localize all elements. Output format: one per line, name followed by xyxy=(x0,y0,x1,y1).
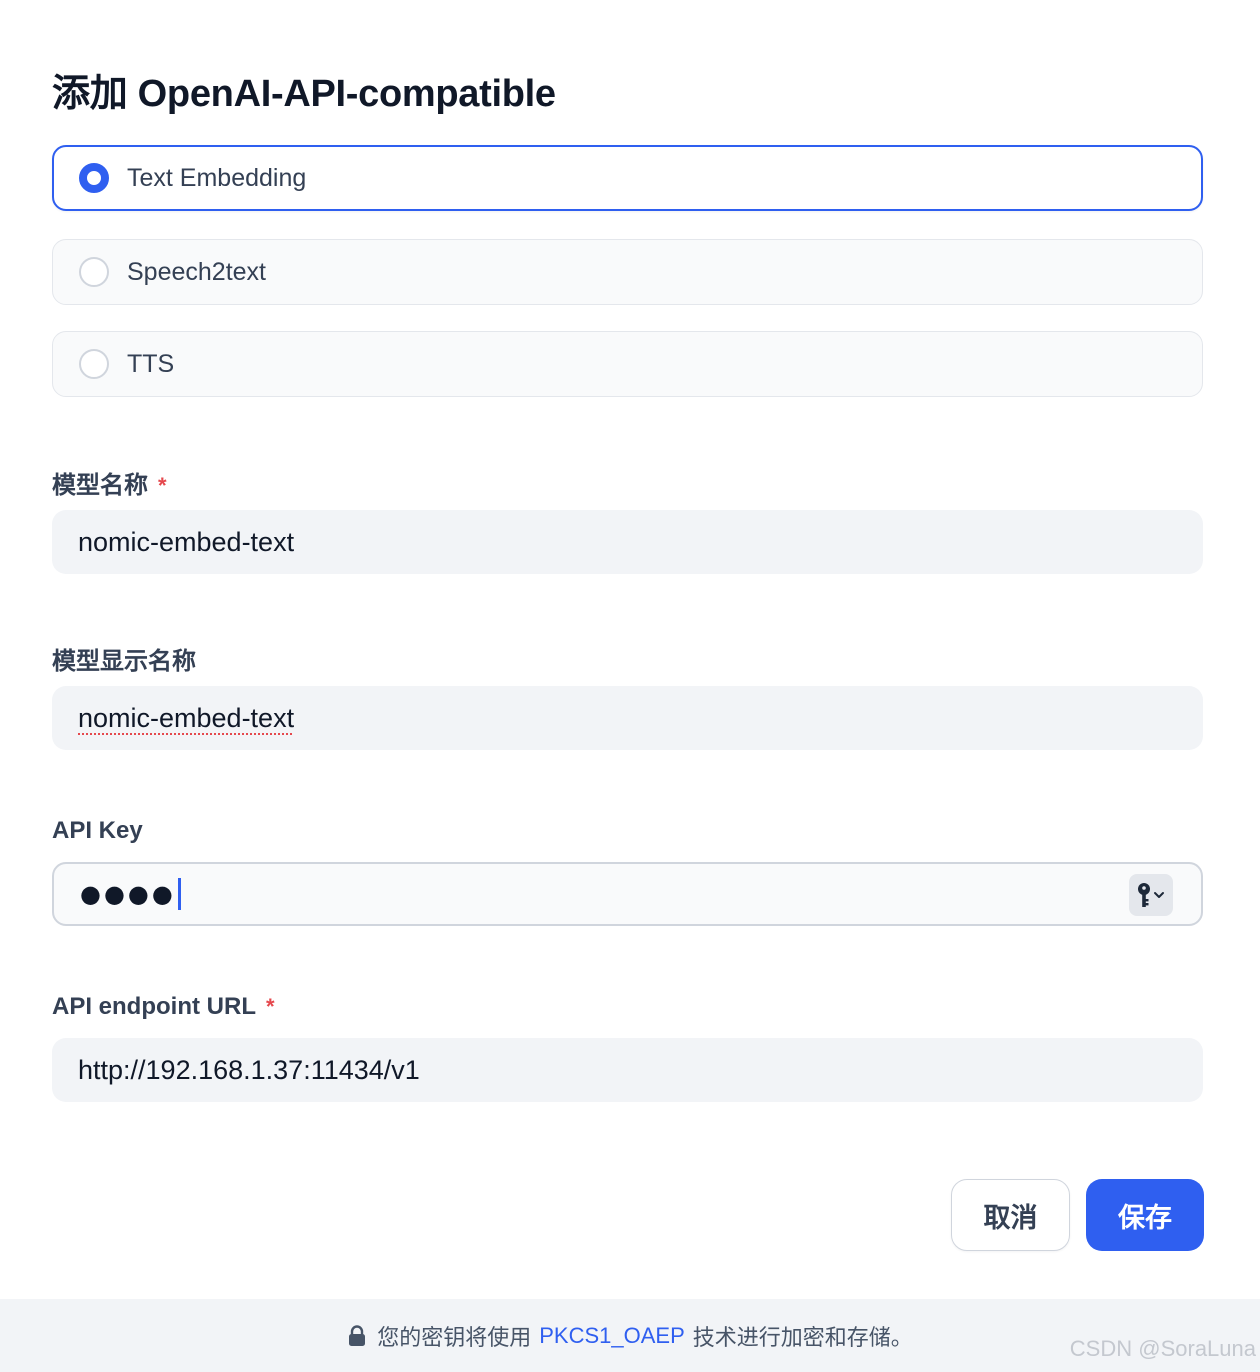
dialog-title: 添加 OpenAI-API-compatible xyxy=(52,73,556,115)
model-name-label-text: 模型名称 xyxy=(52,472,148,499)
radio-checked-icon xyxy=(79,163,109,193)
key-icon xyxy=(1138,883,1164,907)
password-autofill-button[interactable] xyxy=(1129,874,1173,916)
required-mark: * xyxy=(158,473,167,498)
endpoint-url-label-text: API endpoint URL xyxy=(52,993,256,1020)
model-name-value: nomic-embed-text xyxy=(78,527,295,557)
endpoint-url-label: API endpoint URL * xyxy=(52,993,275,1021)
add-model-dialog: 添加 OpenAI-API-compatible Text Embedding … xyxy=(0,0,1260,1372)
endpoint-url-value: http://192.168.1.37:11434/v1 xyxy=(78,1055,420,1085)
cancel-button[interactable]: 取消 xyxy=(951,1179,1070,1251)
required-mark: * xyxy=(265,994,275,1019)
display-name-input[interactable]: nomic-embed-text xyxy=(52,686,1203,750)
model-name-input[interactable]: nomic-embed-text xyxy=(52,510,1203,574)
api-key-label-text: API Key xyxy=(52,817,143,844)
model-type-label: Text Embedding xyxy=(127,163,307,192)
model-type-option-speech2text[interactable]: Speech2text xyxy=(52,239,1203,305)
radio-unchecked-icon xyxy=(79,257,109,287)
display-name-label: 模型显示名称 xyxy=(52,641,196,676)
model-type-label: Speech2text xyxy=(127,257,266,286)
model-type-option-text-embedding[interactable]: Text Embedding xyxy=(52,145,1203,211)
pkcs-link[interactable]: PKCS1_OAEP xyxy=(539,1323,685,1349)
display-name-label-text: 模型显示名称 xyxy=(52,648,196,675)
notice-text-before: 您的密钥将使用 xyxy=(377,1324,532,1350)
radio-unchecked-icon xyxy=(79,349,109,379)
notice-text-after: 技术进行加密和存储。 xyxy=(692,1324,913,1350)
api-key-input[interactable]: ●●●● xyxy=(52,862,1203,926)
save-button[interactable]: 保存 xyxy=(1086,1179,1204,1251)
lock-icon xyxy=(347,1324,367,1347)
display-name-value: nomic-embed-text xyxy=(78,703,295,733)
api-key-label: API Key xyxy=(52,817,143,845)
model-type-option-tts[interactable]: TTS xyxy=(52,331,1203,397)
model-type-label: TTS xyxy=(127,349,175,378)
watermark: CSDN @SoraLuna xyxy=(1069,1336,1256,1361)
model-name-label: 模型名称 * xyxy=(52,465,167,500)
text-caret xyxy=(177,878,181,910)
api-key-masked-value: ●●●● xyxy=(80,880,176,908)
endpoint-url-input[interactable]: http://192.168.1.37:11434/v1 xyxy=(52,1038,1203,1102)
